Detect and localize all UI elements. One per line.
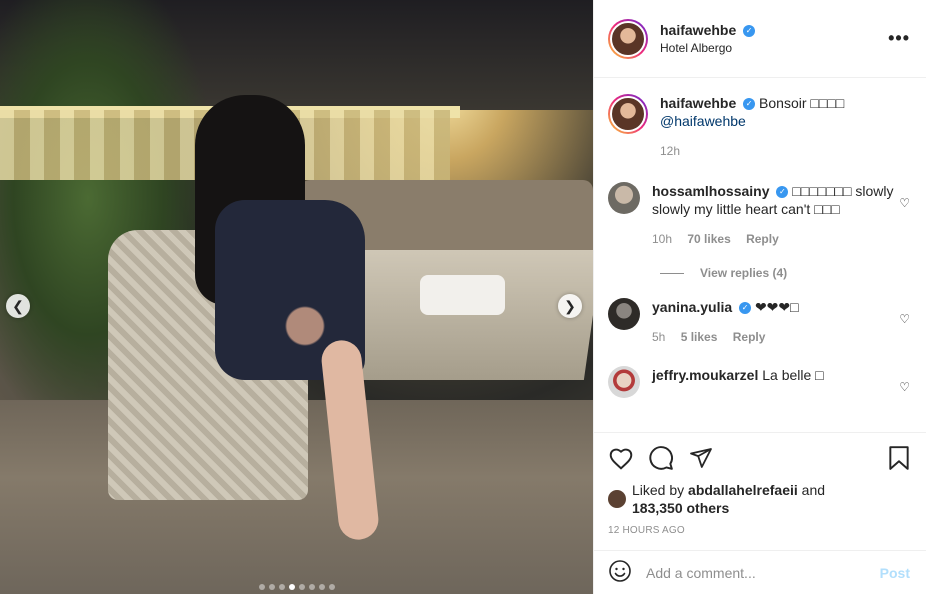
liked-by-and: and	[801, 482, 826, 498]
like-comment-heart-icon[interactable]: ♡	[899, 196, 910, 210]
carousel-dot	[318, 584, 325, 590]
comment-text: ❤❤❤□	[754, 299, 799, 315]
post-side-panel: haifawehbe ✓ Hotel Albergo ••• haifawehb…	[593, 0, 926, 594]
author-avatar[interactable]	[608, 18, 648, 59]
carousel-dot-active	[288, 584, 295, 590]
like-comment-heart-icon[interactable]: ♡	[899, 312, 910, 326]
save-bookmark-icon[interactable]	[888, 445, 910, 474]
caption-username[interactable]: haifawehbe	[660, 95, 736, 111]
comment-body: jeffry.moukarzel La belle □	[652, 366, 910, 398]
more-options-icon[interactable]: •••	[888, 28, 910, 49]
reply-button[interactable]: Reply	[733, 330, 766, 344]
comment-text: La belle □	[762, 367, 824, 383]
comment-input[interactable]	[646, 564, 880, 581]
like-comment-heart-icon[interactable]: ♡	[899, 380, 910, 394]
comment-username[interactable]: hossamlhossainy	[652, 183, 770, 199]
comment-item: yanina.yulia ✓ ❤❤❤□ 5h 5 likes Reply ♡	[608, 298, 910, 346]
verified-badge-icon: ✓	[743, 98, 756, 111]
verified-badge-icon: ✓	[739, 302, 752, 315]
post-comment-button[interactable]: Post	[880, 565, 910, 581]
post-header: haifawehbe ✓ Hotel Albergo •••	[594, 0, 926, 78]
post-actions: Liked by abdallahelrefaeii and 183,350 o…	[594, 432, 926, 550]
comment-item: jeffry.moukarzel La belle □ ♡	[608, 366, 910, 398]
comments-list[interactable]: haifawehbe ✓ Bonsoir □□□□ @haifawehbe 12…	[594, 78, 926, 432]
caption-text: Bonsoir □□□□	[759, 95, 845, 111]
commenter-avatar[interactable]	[608, 182, 640, 214]
emoji-smiley-icon[interactable]	[608, 559, 632, 586]
carousel-dot	[258, 584, 265, 590]
comment-item: hossamlhossainy ✓ □□□□□□□ slowly slowly …	[608, 182, 910, 248]
comment-likes[interactable]: 70 likes	[687, 232, 730, 246]
comment-time[interactable]: 10h	[652, 232, 672, 246]
comment-username[interactable]: yanina.yulia	[652, 299, 732, 315]
caption-meta: 12h	[660, 142, 910, 160]
comment-bubble-icon[interactable]	[648, 445, 674, 474]
liked-by-others[interactable]: 183,350 others	[632, 500, 729, 516]
comment-meta: 5h 5 likes Reply	[652, 328, 910, 346]
carousel-dot	[298, 584, 305, 590]
chevron-left-icon[interactable]: ❮	[6, 294, 30, 318]
verified-badge-icon: ✓	[776, 186, 789, 199]
post-timestamp[interactable]: 12 HOURS AGO	[608, 525, 910, 536]
carousel-dot	[328, 584, 335, 590]
commenter-avatar[interactable]	[608, 366, 640, 398]
view-replies-label[interactable]: View replies (4)	[700, 266, 787, 280]
share-paper-plane-icon[interactable]	[688, 446, 714, 473]
author-info: haifawehbe ✓ Hotel Albergo	[660, 22, 888, 55]
like-heart-icon[interactable]	[608, 446, 634, 473]
comment-likes[interactable]: 5 likes	[681, 330, 718, 344]
liked-by-user[interactable]: abdallahelrefaeii	[688, 482, 798, 498]
carousel-dot	[268, 584, 275, 590]
carousel-dot	[278, 584, 285, 590]
view-replies-button[interactable]: View replies (4)	[660, 266, 910, 280]
replies-divider	[660, 272, 684, 274]
carousel-indicator	[0, 584, 593, 590]
comment-time[interactable]: 5h	[652, 330, 665, 344]
liker-avatar[interactable]	[608, 490, 626, 508]
comment-username[interactable]: jeffry.moukarzel	[652, 367, 758, 383]
liked-by-text: Liked by abdallahelrefaeii and 183,350 o…	[632, 481, 825, 517]
comment-meta: 10h 70 likes Reply	[652, 230, 910, 248]
liked-by-prefix: Liked by	[632, 482, 685, 498]
author-username[interactable]: haifawehbe	[660, 22, 736, 38]
reply-button[interactable]: Reply	[746, 232, 779, 246]
caption: haifawehbe ✓ Bonsoir □□□□ @haifawehbe 12…	[608, 94, 910, 160]
carousel-dot	[308, 584, 315, 590]
action-icons-row	[608, 445, 910, 473]
chevron-right-icon[interactable]: ❯	[558, 294, 582, 318]
comment-body: yanina.yulia ✓ ❤❤❤□ 5h 5 likes Reply	[652, 298, 910, 346]
verified-badge-icon: ✓	[743, 25, 756, 38]
post-location[interactable]: Hotel Albergo	[660, 41, 888, 55]
add-comment-bar: Post	[594, 550, 926, 594]
caption-mention[interactable]: @haifawehbe	[660, 113, 746, 129]
photo-white-bag	[420, 275, 505, 315]
comment-body: hossamlhossainy ✓ □□□□□□□ slowly slowly …	[652, 182, 910, 248]
caption-avatar[interactable]	[608, 94, 648, 134]
instagram-post: ❮ ❯ haifawehbe ✓ Hotel Albergo ••• haifa…	[0, 0, 926, 594]
post-photo[interactable]: ❮ ❯	[0, 0, 593, 594]
commenter-avatar[interactable]	[608, 298, 640, 330]
caption-body: haifawehbe ✓ Bonsoir □□□□ @haifawehbe 12…	[660, 94, 910, 160]
caption-time[interactable]: 12h	[660, 144, 680, 158]
liked-by: Liked by abdallahelrefaeii and 183,350 o…	[608, 481, 910, 517]
